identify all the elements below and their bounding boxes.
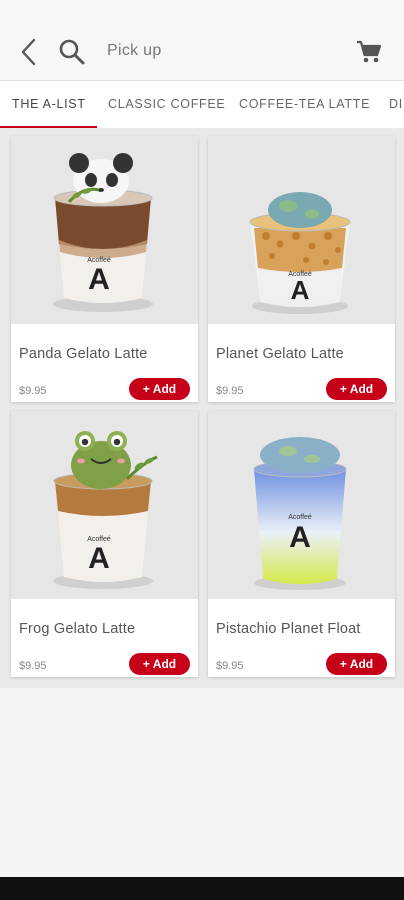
product-name: Planet Gelato Latte [216,346,344,362]
product-image: Acoffeé A [11,411,198,599]
product-name: Pistachio Planet Float [216,621,361,637]
chevron-left-icon [21,38,36,66]
product-price: $9.95 [216,385,244,397]
back-button[interactable] [18,38,42,66]
add-button[interactable]: + Add [326,378,387,400]
tab-coffee-tea-latte[interactable]: COFFEE-TEA LATTE [239,97,370,111]
top-bar: Pick up [0,0,404,80]
product-image: Acoffeé A [208,411,395,599]
cup-logo: A [88,542,110,575]
product-card[interactable]: Acoffeé A Frog Gelato Latte $9.95 + Add [11,411,198,677]
search-icon [59,39,85,65]
cup-brand-text: Acoffeé [288,514,312,521]
category-tabs: THE A-LIST CLASSIC COFFEE COFFEE-TEA LAT… [0,80,404,128]
product-name: Frog Gelato Latte [19,621,136,637]
add-button[interactable]: + Add [326,653,387,675]
search-button[interactable] [58,38,86,66]
cup-logo: A [88,263,110,296]
product-image: Acoffeé A [11,136,198,324]
product-card[interactable]: Acoffeé A Pistachio Planet Float $9.95 +… [208,411,395,677]
add-button[interactable]: + Add [129,378,190,400]
cup-logo: A [291,275,310,305]
add-button[interactable]: + Add [129,653,190,675]
order-mode-label[interactable]: Pick up [107,42,162,60]
product-price: $9.95 [216,660,244,672]
product-card[interactable]: Acoffeé A Panda Gelato Latte $9.95 + Add [11,136,198,402]
cart-icon [357,40,382,63]
cup-logo: A [289,521,311,554]
tab-classic-coffee[interactable]: CLASSIC COFFEE [108,97,225,111]
system-navigation-bar [0,877,404,900]
tab-di[interactable]: DI [389,97,403,111]
product-price: $9.95 [19,385,47,397]
product-price: $9.95 [19,660,47,672]
cart-button[interactable] [356,39,382,65]
product-card[interactable]: Acoffeé A Planet Gelato Latte $9.95 + Ad… [208,136,395,402]
product-image: Acoffeé A [208,136,395,324]
product-name: Panda Gelato Latte [19,346,148,362]
product-grid: Acoffeé A Panda Gelato Latte $9.95 + Add [0,128,404,688]
tab-the-a-list[interactable]: THE A-LIST [12,97,86,111]
